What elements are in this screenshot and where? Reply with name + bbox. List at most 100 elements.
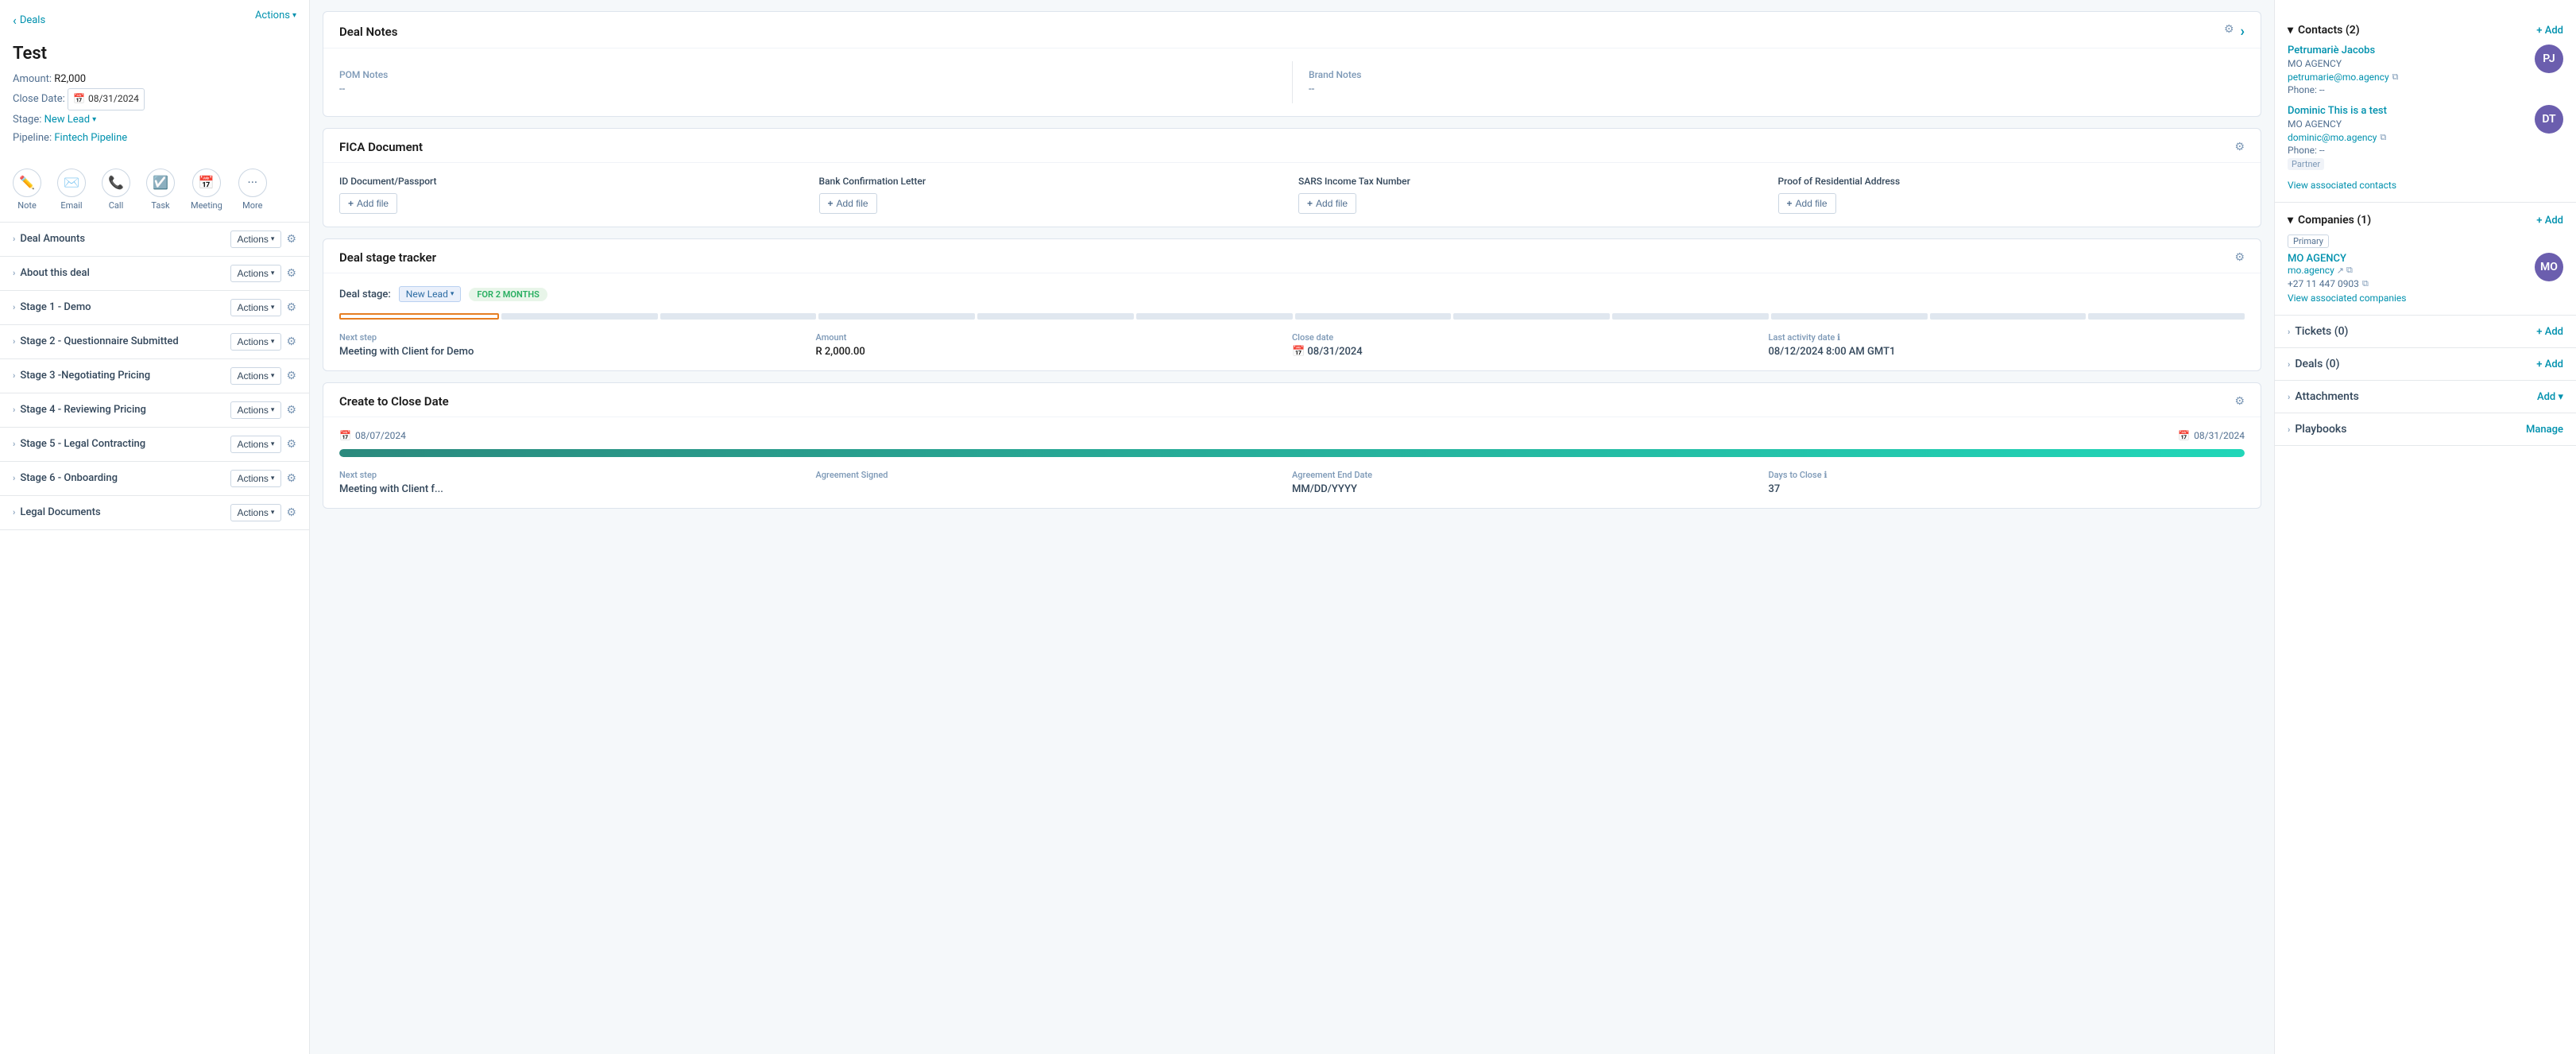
view-contacts-link[interactable]: View associated contacts xyxy=(2288,180,2563,191)
deals-add-link[interactable]: + Add xyxy=(2536,358,2563,370)
fica-gear-icon[interactable]: ⚙ xyxy=(2234,141,2245,153)
section-stage1-header[interactable]: ›Stage 1 - Demo Actions ⚙ xyxy=(0,291,309,324)
copy-phone-icon[interactable]: ⧉ xyxy=(2362,278,2369,289)
fica-id-add-btn[interactable]: Add file xyxy=(339,193,397,214)
deal-notes-expand-icon[interactable]: › xyxy=(2241,23,2245,40)
stage3-actions-button[interactable]: Actions xyxy=(230,367,282,385)
stage6-actions-button[interactable]: Actions xyxy=(230,470,282,487)
stage2-gear-icon[interactable]: ⚙ xyxy=(286,335,296,348)
stage5-actions-button[interactable]: Actions xyxy=(230,436,282,453)
attachments-title: Attachments xyxy=(2295,390,2358,403)
about-deal-actions-button[interactable]: Actions xyxy=(230,265,282,282)
section-stage4-header[interactable]: ›Stage 4 - Reviewing Pricing Actions ⚙ xyxy=(0,393,309,427)
stage2-actions-button[interactable]: Actions xyxy=(230,333,282,351)
sidebar-actions-button[interactable]: Actions xyxy=(255,10,296,21)
playbooks-section[interactable]: › Playbooks Manage xyxy=(2275,413,2576,446)
deal-amounts-actions-button[interactable]: Actions xyxy=(230,231,282,248)
pom-notes-col: POM Notes -- xyxy=(339,61,1292,103)
stage5-gear-icon[interactable]: ⚙ xyxy=(286,438,296,451)
deal-amounts-gear-icon[interactable]: ⚙ xyxy=(286,233,296,246)
tickets-section[interactable]: › Tickets (0) + Add xyxy=(2275,316,2576,348)
stage-tracker-gear-icon[interactable]: ⚙ xyxy=(2234,251,2245,264)
section-deal-amounts-header[interactable]: ›Deal Amounts Actions ⚙ xyxy=(0,223,309,256)
close-agreement-signed-label: Agreement Signed xyxy=(816,470,1280,480)
amount-row: Amount: R2,000 xyxy=(13,70,296,88)
fica-address-add-btn[interactable]: Add file xyxy=(1778,193,1836,214)
copy-email-2-icon[interactable]: ⧉ xyxy=(2380,132,2386,143)
section-stage6-header[interactable]: ›Stage 6 - Onboarding Actions ⚙ xyxy=(0,462,309,495)
stage4-gear-icon[interactable]: ⚙ xyxy=(286,404,296,417)
more-action[interactable]: ··· More xyxy=(238,169,267,211)
tickets-add-link[interactable]: + Add xyxy=(2536,326,2563,338)
section-legal-docs-header[interactable]: ›Legal Documents Actions ⚙ xyxy=(0,496,309,529)
contact-1-company: MO AGENCY xyxy=(2288,58,2535,69)
meeting-action[interactable]: 📅 Meeting xyxy=(191,169,222,211)
section-about-deal-header[interactable]: ›About this deal Actions ⚙ xyxy=(0,257,309,290)
stage-value-badge[interactable]: New Lead xyxy=(399,286,462,302)
company-card: MO AGENCY mo.agency ↗ ⧉ +27 11 447 0903 … xyxy=(2288,253,2563,289)
pipeline-link[interactable]: Fintech Pipeline xyxy=(54,132,127,144)
company-website[interactable]: mo.agency ↗ ⧉ xyxy=(2288,265,2369,276)
deals-section[interactable]: › Deals (0) + Add xyxy=(2275,348,2576,381)
close-info-grid: Next step Meeting with Client f... Agree… xyxy=(339,470,2245,495)
attachments-add-link[interactable]: Add ▾ xyxy=(2537,391,2563,403)
companies-section-header[interactable]: ▾ Companies (1) + Add xyxy=(2288,214,2563,227)
contacts-section: ▾ Contacts (2) + Add Petrumariè Jacobs M… xyxy=(2275,13,2576,203)
stage-seg-1 xyxy=(501,313,658,320)
email-action[interactable]: ✉️ Email xyxy=(57,169,86,211)
sidebar-sections: ›Deal Amounts Actions ⚙ ›About this deal… xyxy=(0,223,309,530)
fica-sars-label: SARS Income Tax Number xyxy=(1298,176,1766,187)
view-companies-link[interactable]: View associated companies xyxy=(2288,293,2563,304)
stage3-gear-icon[interactable]: ⚙ xyxy=(286,370,296,382)
create-close-gear-icon[interactable]: ⚙ xyxy=(2234,395,2245,408)
contacts-add-link[interactable]: + Add xyxy=(2536,25,2563,37)
attachments-section[interactable]: › Attachments Add ▾ xyxy=(2275,381,2576,413)
note-action[interactable]: ✏️ Note xyxy=(13,169,41,211)
playbooks-chevron-icon: › xyxy=(2288,424,2290,435)
about-deal-gear-icon[interactable]: ⚙ xyxy=(286,267,296,280)
close-date-input[interactable]: 📅 08/31/2024 xyxy=(68,88,145,110)
copy-website-icon[interactable]: ⧉ xyxy=(2346,265,2353,276)
fica-bank-add-btn[interactable]: Add file xyxy=(819,193,877,214)
section-stage2-header[interactable]: ›Stage 2 - Questionnaire Submitted Actio… xyxy=(0,325,309,358)
back-to-deals-link[interactable]: Deals xyxy=(13,13,45,28)
stage1-actions-button[interactable]: Actions xyxy=(230,299,282,316)
legal-docs-actions-button[interactable]: Actions xyxy=(230,504,282,521)
playbooks-manage-link[interactable]: Manage xyxy=(2526,424,2563,436)
chevron-icon: › xyxy=(13,370,15,381)
contact-1-email[interactable]: petrumarie@mo.agency ⧉ xyxy=(2288,72,2535,83)
start-date-item: 📅 08/07/2024 xyxy=(339,430,406,441)
contacts-section-header[interactable]: ▾ Contacts (2) + Add xyxy=(2288,24,2563,37)
section-stage5-header[interactable]: ›Stage 5 - Legal Contracting Actions ⚙ xyxy=(0,428,309,461)
task-action[interactable]: ☑️ Task xyxy=(146,169,175,211)
close-days-label: Days to Close ℹ xyxy=(1769,470,2233,480)
companies-add-link[interactable]: + Add xyxy=(2536,215,2563,227)
copy-email-icon[interactable]: ⧉ xyxy=(2392,72,2399,83)
chevron-icon: › xyxy=(13,234,15,244)
section-label: Legal Documents xyxy=(20,506,100,518)
stage-seg-0 xyxy=(339,313,499,320)
call-action[interactable]: 📞 Call xyxy=(102,169,130,211)
section-label: Stage 1 - Demo xyxy=(20,301,91,313)
contact-2-email[interactable]: dominic@mo.agency ⧉ xyxy=(2288,132,2535,143)
deal-notes-gear-icon[interactable]: ⚙ xyxy=(2224,23,2234,40)
fica-sars-add-btn[interactable]: Add file xyxy=(1298,193,1356,214)
stage-dropdown[interactable]: New Lead xyxy=(44,110,97,129)
stage6-gear-icon[interactable]: ⚙ xyxy=(286,472,296,485)
create-close-card: Create to Close Date ⚙ 📅 08/07/2024 📅 08… xyxy=(323,382,2261,509)
section-label: Stage 3 -Negotiating Pricing xyxy=(20,370,150,382)
stage1-gear-icon[interactable]: ⚙ xyxy=(286,301,296,314)
stage-tracker-card: Deal stage tracker ⚙ Deal stage: New Lea… xyxy=(323,238,2261,371)
contact-1-name[interactable]: Petrumariè Jacobs xyxy=(2288,45,2535,56)
stage-seg-11 xyxy=(2088,313,2245,320)
stage-close-date-value: 📅 08/31/2024 xyxy=(1292,346,1756,358)
stage-last-activity: Last activity date ℹ 08/12/2024 8:00 AM … xyxy=(1769,332,2245,358)
section-stage3-header[interactable]: › Stage 3 -Negotiating Pricing Actions ⚙ xyxy=(0,359,309,393)
legal-docs-gear-icon[interactable]: ⚙ xyxy=(286,506,296,519)
action-icons-bar: ✏️ Note ✉️ Email 📞 Call ☑️ Task 📅 Meetin… xyxy=(0,157,309,223)
fica-header: FICA Document ⚙ xyxy=(323,129,2261,163)
contact-2-phone: Phone: -- xyxy=(2288,145,2535,156)
contact-2-name[interactable]: Dominic This is a test xyxy=(2288,105,2535,117)
company-name[interactable]: MO AGENCY xyxy=(2288,253,2369,265)
stage4-actions-button[interactable]: Actions xyxy=(230,401,282,419)
